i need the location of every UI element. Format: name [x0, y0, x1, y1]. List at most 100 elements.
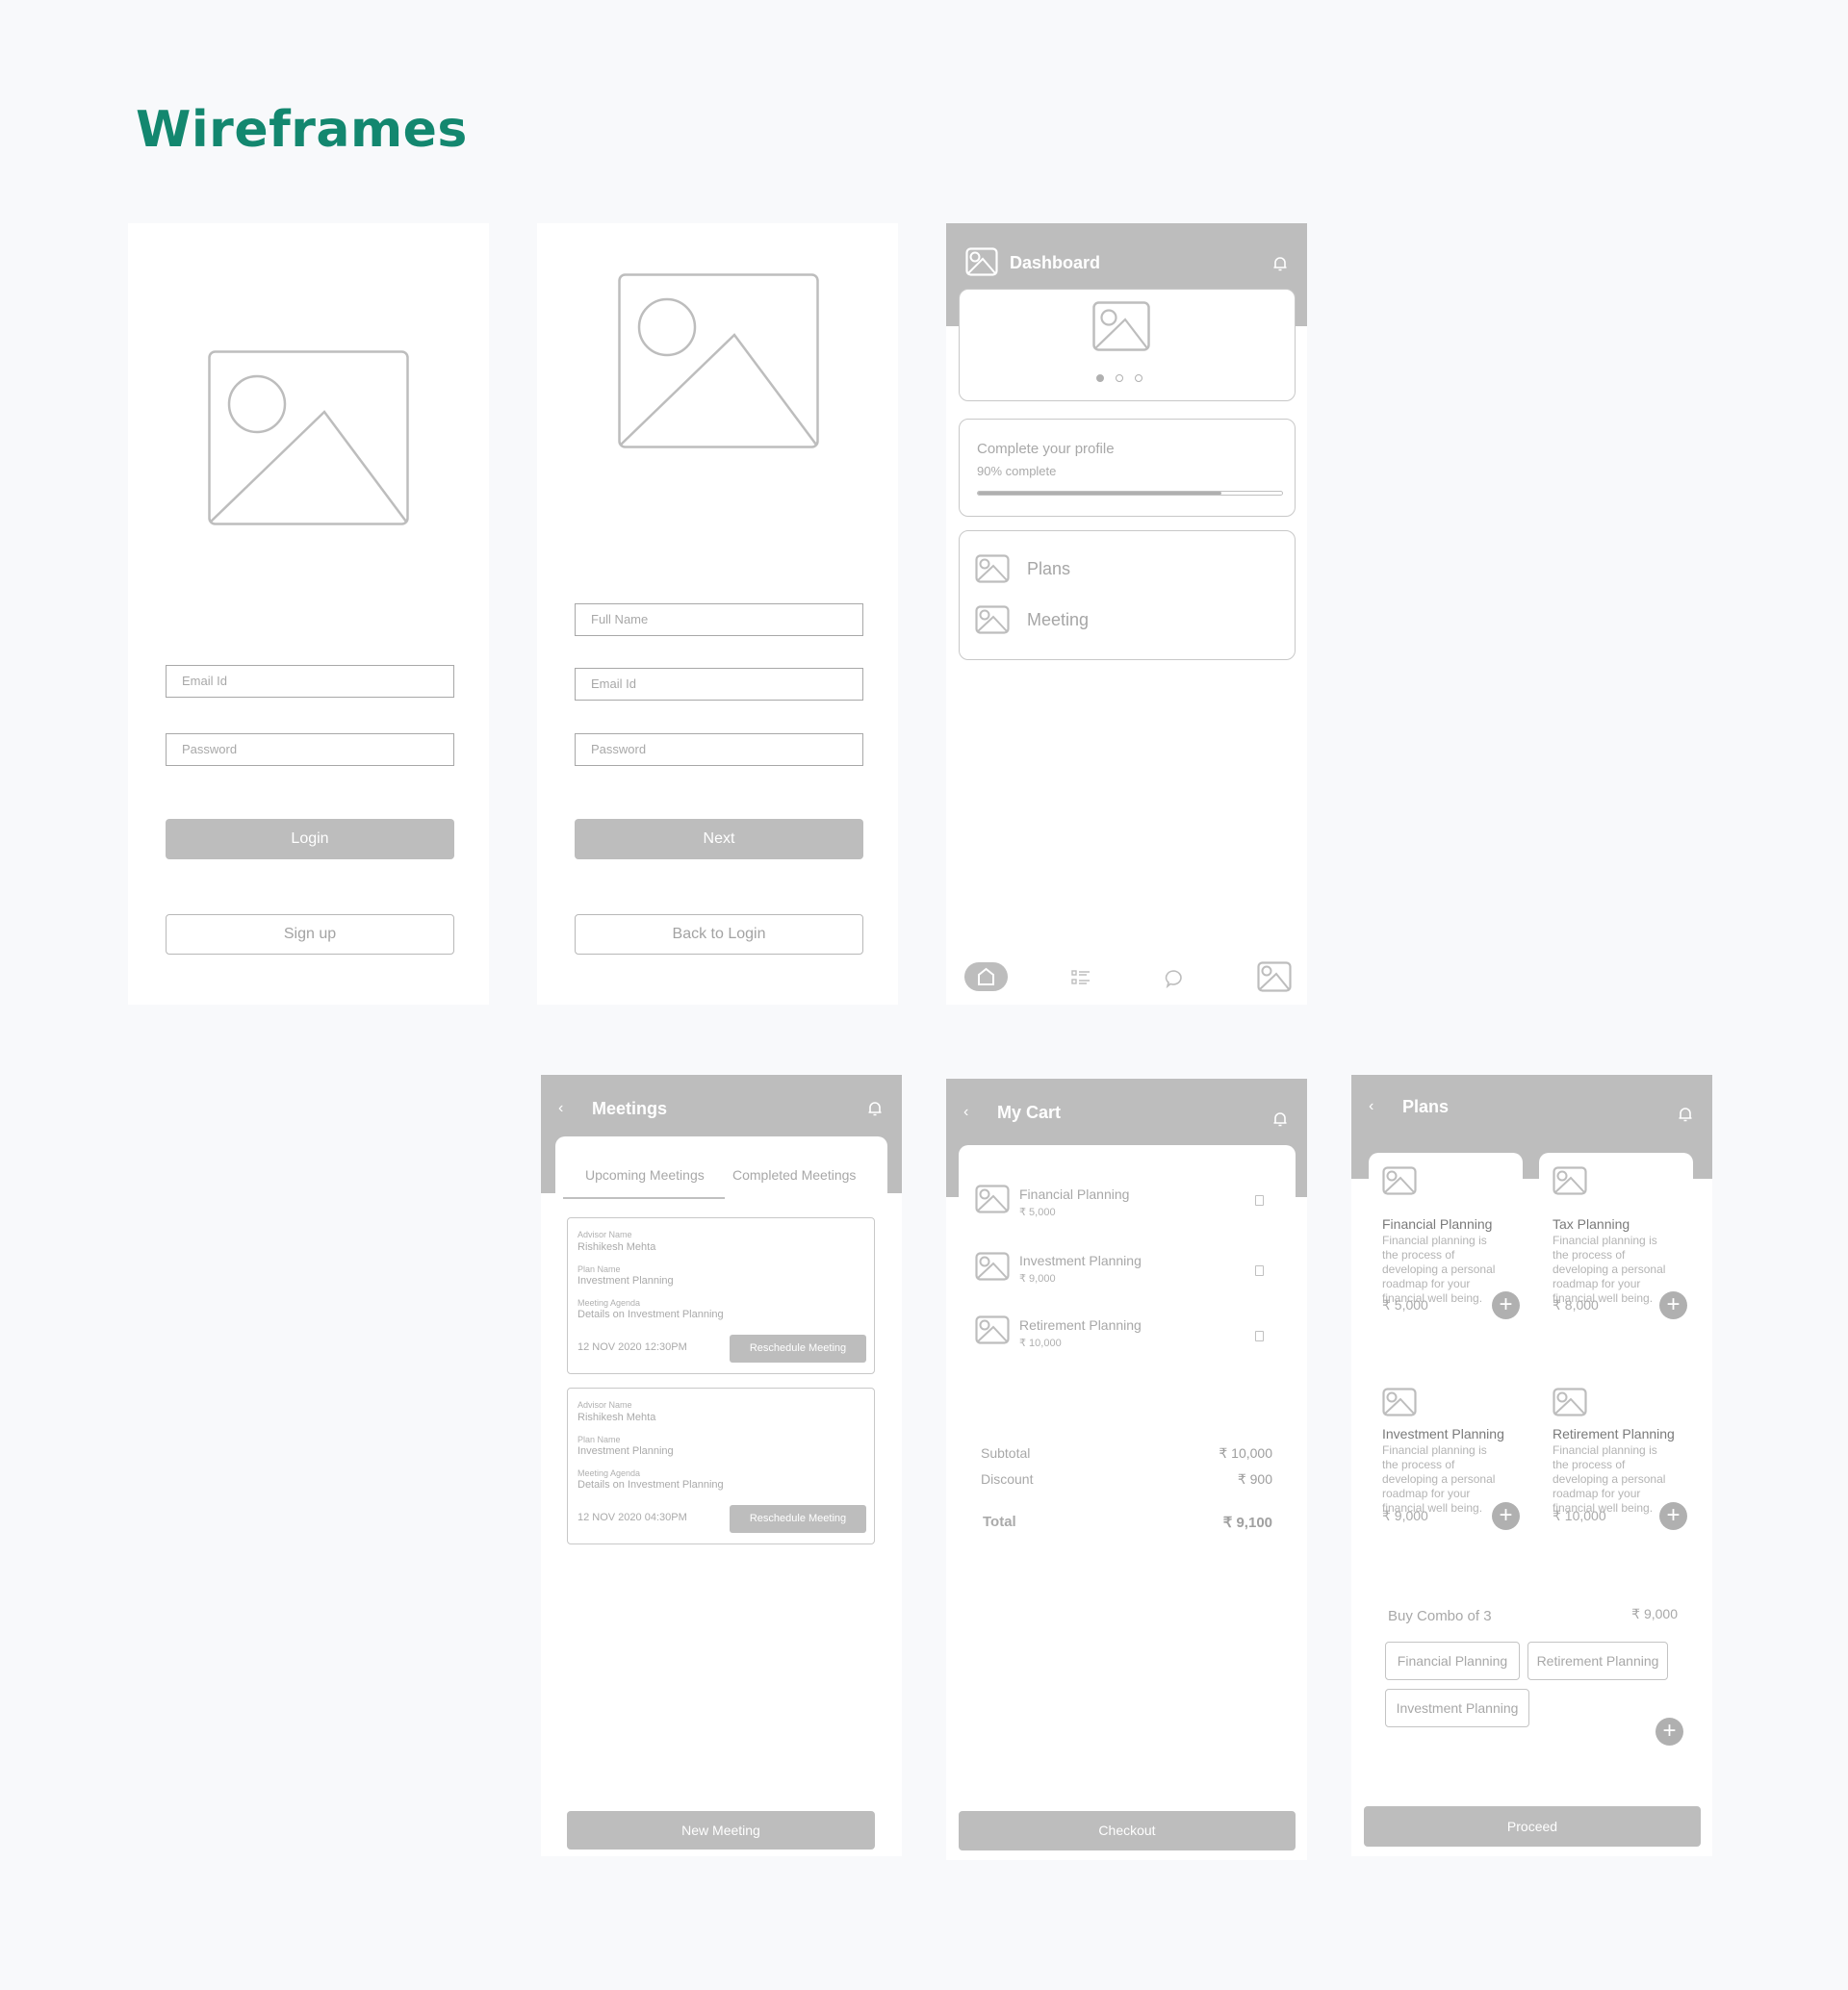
plan-card[interactable]: Investment Planning Financial planning i… — [1369, 1376, 1523, 1549]
bell-icon[interactable] — [1678, 1106, 1693, 1123]
discount-value: ₹ 900 — [1237, 1471, 1272, 1487]
item-image-icon — [975, 1315, 1010, 1344]
advisor-label: Advisor Name — [578, 1400, 632, 1410]
discount-label: Discount — [981, 1471, 1034, 1487]
combo-chip[interactable]: Retirement Planning — [1527, 1642, 1668, 1680]
reschedule-button[interactable]: Reschedule Meeting — [730, 1505, 866, 1533]
add-plan-button[interactable]: + — [1492, 1291, 1520, 1319]
email-field[interactable]: Email Id — [575, 668, 863, 701]
menu-card: Plans Meeting — [959, 530, 1296, 660]
agenda-text: Details on Investment Planning — [578, 1479, 724, 1491]
delete-icon[interactable] — [1255, 1195, 1264, 1206]
plan-label: Plan Name — [578, 1264, 621, 1274]
chat-icon[interactable] — [1163, 968, 1184, 989]
back-chevron-icon[interactable]: ‹ — [1369, 1098, 1373, 1115]
checkout-button[interactable]: Checkout — [959, 1811, 1296, 1850]
new-meeting-button[interactable]: New Meeting — [567, 1811, 875, 1850]
plan-image-icon — [1382, 1388, 1417, 1416]
profile-image-icon[interactable] — [1257, 961, 1292, 992]
back-to-login-button[interactable]: Back to Login — [575, 914, 863, 955]
add-plan-button[interactable]: + — [1492, 1502, 1520, 1530]
hero-image-icon — [208, 350, 409, 525]
cart-title: My Cart — [997, 1103, 1062, 1122]
profile-title: Complete your profile — [977, 441, 1115, 457]
home-icon — [978, 967, 994, 985]
add-combo-button[interactable]: + — [1656, 1718, 1683, 1746]
add-plan-button[interactable]: + — [1659, 1502, 1687, 1530]
delete-icon[interactable] — [1255, 1265, 1264, 1276]
progress-fill — [978, 492, 1221, 495]
menu-item-plans[interactable]: Plans — [1027, 559, 1070, 579]
bell-icon[interactable] — [867, 1100, 883, 1117]
cart-item-name: Retirement Planning — [1019, 1317, 1142, 1333]
plan-description: Financial planning is the process of dev… — [1382, 1234, 1496, 1305]
plan-price: ₹ 9,000 — [1382, 1508, 1428, 1523]
plan-name: Tax Planning — [1553, 1216, 1630, 1232]
plan-price: ₹ 10,000 — [1553, 1508, 1606, 1523]
item-image-icon — [975, 1185, 1010, 1213]
plans-title: Plans — [1402, 1097, 1450, 1116]
banner-carousel[interactable] — [959, 289, 1296, 401]
email-field[interactable]: Email Id — [166, 665, 454, 698]
carousel-dot[interactable] — [1096, 374, 1104, 382]
meeting-card: Advisor Name Rishikesh Mehta Plan Name I… — [567, 1217, 875, 1374]
plan-price: ₹ 8,000 — [1553, 1297, 1599, 1313]
menu-item-meeting[interactable]: Meeting — [1027, 610, 1089, 630]
password-field[interactable]: Password — [575, 733, 863, 766]
meeting-datetime: 12 NOV 2020 12:30PM — [578, 1341, 687, 1353]
back-chevron-icon[interactable]: ‹ — [558, 1100, 563, 1117]
subtotal-label: Subtotal — [981, 1445, 1031, 1461]
login-screen: Email Id Password Login Sign up — [128, 223, 489, 1005]
bell-icon[interactable] — [1272, 1110, 1288, 1128]
meeting-card: Advisor Name Rishikesh Mehta Plan Name I… — [567, 1388, 875, 1544]
password-field[interactable]: Password — [166, 733, 454, 766]
signup-button[interactable]: Sign up — [166, 914, 454, 955]
login-button[interactable]: Login — [166, 819, 454, 859]
nav-home-button[interactable] — [964, 962, 1008, 991]
combo-price: ₹ 9,000 — [1631, 1606, 1678, 1621]
plan-card[interactable]: Financial Planning Financial planning is… — [1369, 1153, 1523, 1345]
plan-name: Investment Planning — [578, 1445, 674, 1457]
proceed-button[interactable]: Proceed — [1364, 1806, 1701, 1847]
bell-icon[interactable] — [1272, 255, 1288, 272]
tab-completed[interactable]: Completed Meetings — [732, 1167, 856, 1183]
plan-description: Financial planning is the process of dev… — [1553, 1234, 1666, 1305]
fullname-field[interactable]: Full Name — [575, 603, 863, 636]
logo-image-icon — [965, 247, 998, 276]
subtotal-value: ₹ 10,000 — [1219, 1445, 1272, 1461]
back-chevron-icon[interactable]: ‹ — [963, 1104, 968, 1121]
combo-chip[interactable]: Investment Planning — [1385, 1689, 1529, 1727]
delete-icon[interactable] — [1255, 1331, 1264, 1341]
plan-name: Financial Planning — [1382, 1216, 1493, 1232]
list-icon[interactable] — [1071, 969, 1091, 986]
combo-chip[interactable]: Financial Planning — [1385, 1642, 1520, 1680]
cart-screen: ‹ My Cart Financial Planning ₹ 5,000 Inv… — [946, 1079, 1307, 1860]
plans-screen: ‹ Plans Financial Planning Financial pla… — [1351, 1075, 1712, 1856]
tab-upcoming[interactable]: Upcoming Meetings — [585, 1167, 705, 1183]
total-label: Total — [983, 1514, 1016, 1530]
plan-name: Investment Planning — [1382, 1426, 1504, 1441]
carousel-dots[interactable] — [1096, 374, 1154, 386]
plan-description: Financial planning is the process of dev… — [1553, 1443, 1666, 1515]
plan-price: ₹ 5,000 — [1382, 1297, 1428, 1313]
page-title: Wireframes — [136, 101, 468, 159]
cart-item-name: Financial Planning — [1019, 1186, 1130, 1202]
combo-label: Buy Combo of 3 — [1388, 1608, 1492, 1624]
plan-image-icon — [1553, 1166, 1587, 1195]
profile-completion-card[interactable]: Complete your profile 90% complete — [959, 419, 1296, 517]
add-plan-button[interactable]: + — [1659, 1291, 1687, 1319]
reschedule-button[interactable]: Reschedule Meeting — [730, 1335, 866, 1363]
plan-image-icon — [1382, 1166, 1417, 1195]
agenda-label: Meeting Agenda — [578, 1298, 641, 1308]
meetings-screen: ‹ Meetings Upcoming Meetings Completed M… — [541, 1075, 902, 1856]
advisor-name: Rishikesh Mehta — [578, 1412, 656, 1423]
carousel-dot[interactable] — [1135, 374, 1142, 382]
hero-image-icon — [618, 273, 819, 448]
advisor-name: Rishikesh Mehta — [578, 1241, 656, 1253]
next-button[interactable]: Next — [575, 819, 863, 859]
plan-card[interactable]: Retirement Planning Financial planning i… — [1539, 1376, 1693, 1549]
plan-name: Retirement Planning — [1553, 1426, 1675, 1441]
cart-item-price: ₹ 5,000 — [1019, 1207, 1056, 1218]
carousel-dot[interactable] — [1116, 374, 1123, 382]
plan-card[interactable]: Tax Planning Financial planning is the p… — [1539, 1153, 1693, 1345]
